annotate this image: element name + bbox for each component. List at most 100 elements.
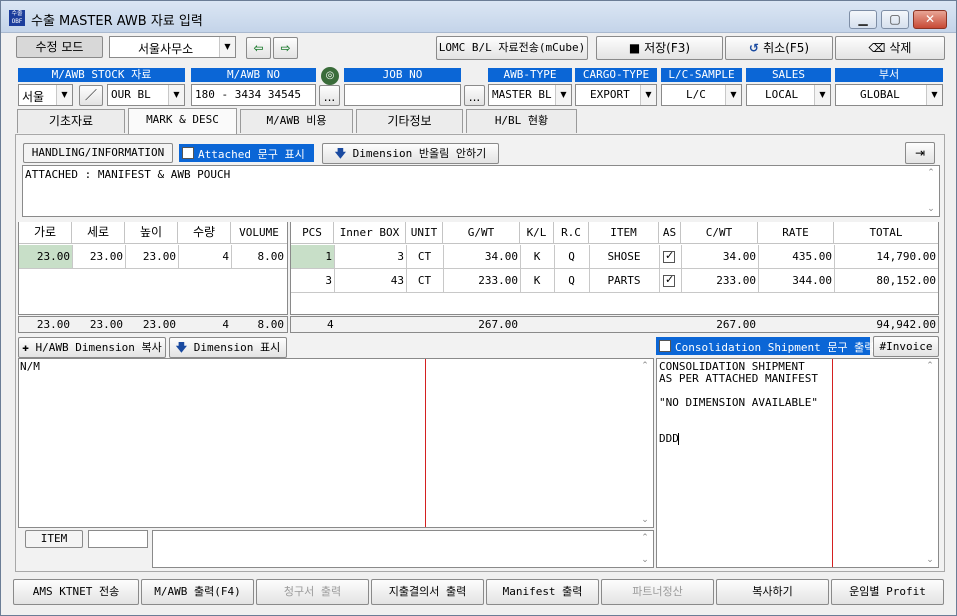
- stock-type-select[interactable]: OUR BL ▼: [107, 84, 185, 106]
- scroll-up-icon[interactable]: ⌃: [637, 359, 653, 373]
- chevron-down-icon[interactable]: ▼: [725, 85, 741, 105]
- dim-cell[interactable]: 23.00: [19, 250, 70, 263]
- profit-by-freight-button[interactable]: 운임별 Profit: [831, 579, 944, 605]
- close-button[interactable]: ✕: [913, 10, 947, 29]
- chevron-down-icon[interactable]: ▼: [814, 85, 830, 105]
- pcs-cell[interactable]: 80,152.00: [834, 274, 936, 287]
- as-checkbox[interactable]: ✓: [663, 273, 675, 287]
- undo-icon: ↺: [748, 41, 764, 55]
- invoice-print-button[interactable]: 청구서 출력: [256, 579, 369, 605]
- chevron-down-icon[interactable]: ▼: [640, 85, 656, 105]
- description-scrollbar[interactable]: ⌃ ⌄: [922, 359, 938, 567]
- scroll-down-icon[interactable]: ⌄: [637, 553, 653, 567]
- lc-select[interactable]: L/C ▼: [661, 84, 742, 106]
- invoice-button[interactable]: #Invoice: [873, 336, 939, 357]
- marks-text-area[interactable]: N/M ⌃ ⌄: [18, 358, 654, 528]
- pcs-cell[interactable]: 233.00: [681, 274, 756, 287]
- attached-toggle[interactable]: Attached 문구 표시: [179, 144, 314, 162]
- cancel-button[interactable]: ↺ 취소(F5): [725, 36, 833, 60]
- sales-select[interactable]: LOCAL ▼: [746, 84, 831, 106]
- export-button[interactable]: ⇥: [905, 142, 935, 164]
- save-button[interactable]: ■ 저장(F3): [596, 36, 723, 60]
- delete-button[interactable]: ⌫ 삭제: [835, 36, 945, 60]
- mawb-no-field[interactable]: 180 - 3434 34545: [191, 84, 316, 106]
- pcs-cell[interactable]: 1: [291, 250, 332, 263]
- pcs-cell[interactable]: PARTS: [589, 274, 659, 287]
- item-code-field[interactable]: [88, 530, 148, 548]
- chevron-down-icon[interactable]: ▼: [168, 85, 184, 105]
- stock-region-select[interactable]: 서울 ▼: [18, 84, 73, 106]
- scroll-down-icon[interactable]: ⌄: [923, 202, 939, 216]
- ams-ktnet-button[interactable]: AMS KTNET 전송: [13, 579, 139, 605]
- next-record-button[interactable]: ⇨: [273, 37, 298, 59]
- pcs-cell[interactable]: 233.00: [443, 274, 518, 287]
- scroll-down-icon[interactable]: ⌄: [922, 553, 938, 567]
- pcs-cell[interactable]: SHOSE: [589, 250, 659, 263]
- chevron-down-icon[interactable]: ▼: [219, 37, 235, 57]
- expense-print-button[interactable]: 지출결의서 출력: [371, 579, 484, 605]
- scroll-down-icon[interactable]: ⌄: [637, 513, 653, 527]
- minimize-button[interactable]: ▁: [849, 10, 877, 29]
- pcs-col-inner-box: Inner BOX: [334, 222, 406, 244]
- pcs-cell[interactable]: 344.00: [758, 274, 832, 287]
- tab-hbl-status[interactable]: H/BL 현황: [466, 109, 577, 133]
- mawb-print-button[interactable]: M/AWB 출력(F4): [141, 579, 254, 605]
- show-dimension-button[interactable]: 🡇 Dimension 표시: [169, 337, 287, 358]
- marks-scrollbar[interactable]: ⌃ ⌄: [637, 359, 653, 527]
- copy-hawb-dimension-button[interactable]: ✚ H/AWB Dimension 복사: [18, 337, 166, 358]
- scroll-up-icon[interactable]: ⌃: [923, 166, 939, 180]
- chevron-down-icon[interactable]: ▼: [56, 85, 72, 105]
- handling-scrollbar[interactable]: ⌃ ⌄: [923, 166, 939, 216]
- pcs-cell[interactable]: 3: [334, 250, 404, 263]
- job-lookup-button[interactable]: ...: [464, 85, 485, 106]
- description-text-area[interactable]: CONSOLIDATION SHIPMENT AS PER ATTACHED M…: [656, 358, 939, 568]
- pcs-cell[interactable]: CT: [406, 274, 443, 287]
- item-text-area[interactable]: ⌃ ⌄: [152, 530, 654, 568]
- handling-text-area[interactable]: ATTACHED : MANIFEST & AWB POUCH ⌃ ⌄: [22, 165, 940, 217]
- cargo-type-select[interactable]: EXPORT ▼: [575, 84, 657, 106]
- pcs-cell[interactable]: K: [520, 250, 554, 263]
- dim-cell[interactable]: 23.00: [125, 250, 176, 263]
- dim-cell[interactable]: 8.00: [231, 250, 285, 263]
- pcs-cell[interactable]: 34.00: [681, 250, 756, 263]
- pcs-cell[interactable]: Q: [554, 250, 589, 263]
- consolidation-toggle[interactable]: Consolidation Shipment 문구 출력: [656, 337, 874, 355]
- scroll-up-icon[interactable]: ⌃: [922, 359, 938, 373]
- pcs-cell[interactable]: 43: [334, 274, 404, 287]
- chevron-down-icon[interactable]: ▼: [926, 85, 942, 105]
- desc-line: AS PER ATTACHED MANIFEST: [659, 372, 818, 385]
- dim-cell[interactable]: 4: [178, 250, 229, 263]
- pcs-cell[interactable]: 14,790.00: [834, 250, 936, 263]
- tab-mawb-cost[interactable]: M/AWB 비용: [240, 109, 353, 133]
- as-checkbox[interactable]: ✓: [663, 249, 675, 263]
- item-scrollbar[interactable]: ⌃ ⌄: [637, 531, 653, 567]
- consolidation-checkbox[interactable]: [659, 340, 671, 352]
- copy-button[interactable]: 복사하기: [716, 579, 829, 605]
- dimension-round-button[interactable]: 🡇 Dimension 반올림 안하기: [322, 143, 499, 164]
- mawb-lookup-button[interactable]: ...: [319, 85, 340, 106]
- office-select[interactable]: 서울사무소 ▼: [109, 36, 236, 58]
- globe-icon[interactable]: ◎: [321, 67, 339, 85]
- pcs-cell[interactable]: 34.00: [443, 250, 518, 263]
- pcs-cell[interactable]: CT: [406, 250, 443, 263]
- pcs-cell[interactable]: 3: [291, 274, 332, 287]
- awb-type-select[interactable]: MASTER BL ▼: [488, 84, 572, 106]
- manifest-print-button[interactable]: Manifest 출력: [486, 579, 599, 605]
- maximize-button[interactable]: ▢: [881, 10, 909, 29]
- dim-cell[interactable]: 23.00: [72, 250, 123, 263]
- edit-stock-button[interactable]: ／: [79, 85, 103, 106]
- pcs-cell[interactable]: K: [520, 274, 554, 287]
- partner-settlement-button[interactable]: 파트너정산: [601, 579, 714, 605]
- job-no-field[interactable]: [344, 84, 461, 106]
- attached-checkbox[interactable]: [182, 147, 194, 159]
- scroll-up-icon[interactable]: ⌃: [637, 531, 653, 545]
- pcs-cell[interactable]: 435.00: [758, 250, 832, 263]
- tab-other-info[interactable]: 기타정보: [356, 109, 463, 133]
- lomc-transfer-button[interactable]: LOMC B/L 자료전송(mCube): [436, 36, 588, 60]
- tab-basic[interactable]: 기초자료: [17, 109, 125, 133]
- dept-select[interactable]: GLOBAL ▼: [835, 84, 943, 106]
- prev-record-button[interactable]: ⇦: [246, 37, 271, 59]
- tab-mark-desc[interactable]: MARK & DESC: [128, 108, 237, 134]
- pcs-cell[interactable]: Q: [554, 274, 589, 287]
- chevron-down-icon[interactable]: ▼: [555, 85, 571, 105]
